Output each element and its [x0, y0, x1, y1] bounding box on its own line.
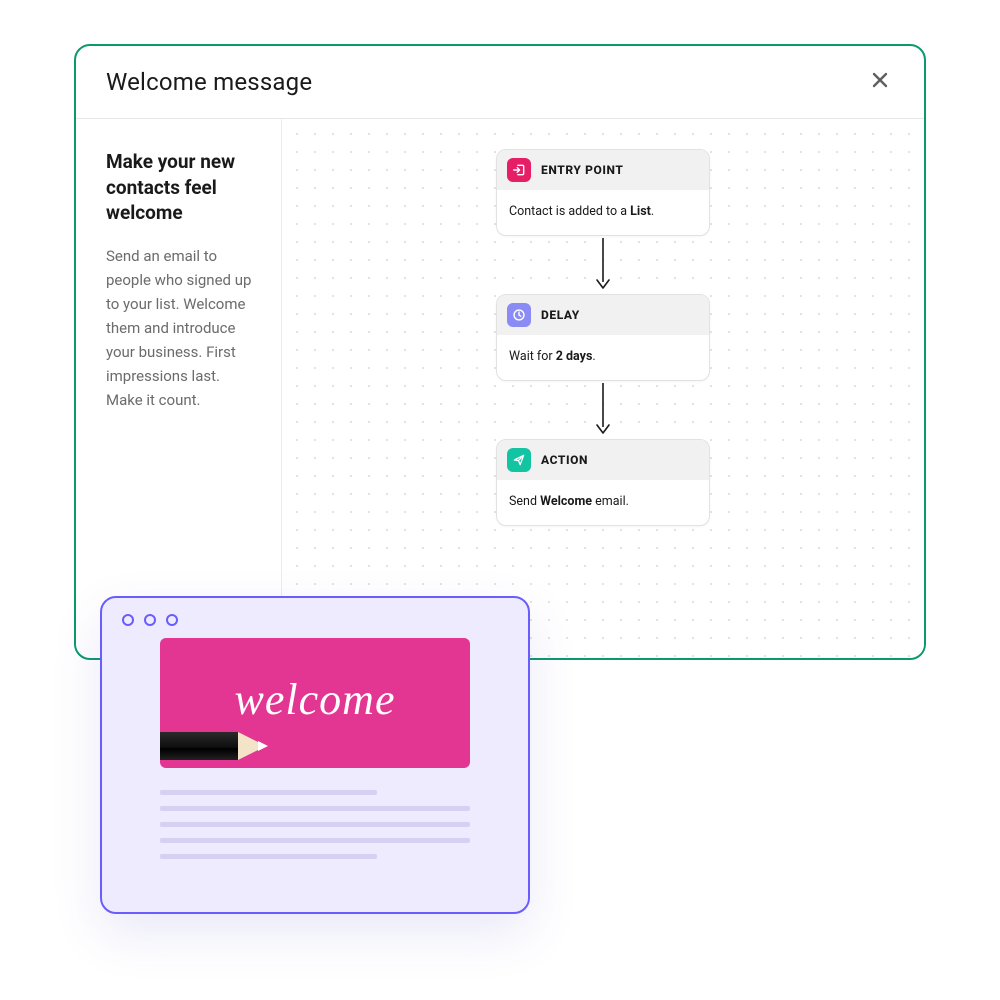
modal-body: Make your new contacts feel welcome Send…: [76, 119, 924, 659]
placeholder-line: [160, 838, 470, 843]
node-description: Send Welcome email.: [497, 480, 709, 525]
node-title: DELAY: [541, 308, 580, 322]
send-icon: [507, 448, 531, 472]
node-entry-point[interactable]: ENTRY POINT Contact is added to a List.: [496, 149, 710, 236]
welcome-image-text: welcome: [160, 674, 470, 725]
node-delay[interactable]: DELAY Wait for 2 days.: [496, 294, 710, 381]
clock-icon: [507, 303, 531, 327]
node-title: ENTRY POINT: [541, 163, 623, 177]
browser-dot-icon: [166, 614, 178, 626]
node-header: ENTRY POINT: [497, 150, 709, 190]
close-button[interactable]: [866, 68, 894, 96]
placeholder-line: [160, 806, 470, 811]
pencil-icon: [160, 732, 284, 760]
sidebar-heading: Make your new contacts feel welcome: [106, 149, 255, 226]
modal-title: Welcome message: [106, 68, 312, 96]
entry-point-icon: [507, 158, 531, 182]
placeholder-line: [160, 854, 377, 859]
placeholder-line: [160, 822, 470, 827]
sidebar-description: Send an email to people who signed up to…: [106, 244, 255, 412]
browser-dot-icon: [122, 614, 134, 626]
automation-canvas[interactable]: ENTRY POINT Contact is added to a List.: [282, 119, 924, 659]
node-title: ACTION: [541, 453, 588, 467]
node-header: ACTION: [497, 440, 709, 480]
preview-body: welcome: [102, 634, 528, 859]
email-preview-card: welcome: [100, 596, 530, 914]
placeholder-line: [160, 790, 377, 795]
automation-flow: ENTRY POINT Contact is added to a List.: [496, 149, 710, 526]
node-description: Wait for 2 days.: [497, 335, 709, 380]
browser-dots: [102, 598, 528, 634]
placeholder-text-lines: [160, 790, 470, 859]
template-sidebar: Make your new contacts feel welcome Send…: [76, 119, 282, 659]
node-header: DELAY: [497, 295, 709, 335]
browser-dot-icon: [144, 614, 156, 626]
close-icon: [871, 71, 889, 93]
welcome-hero-image: welcome: [160, 638, 470, 768]
automation-template-modal: Welcome message Make your new contacts f…: [74, 44, 926, 660]
modal-header: Welcome message: [76, 46, 924, 119]
node-action[interactable]: ACTION Send Welcome email.: [496, 439, 710, 526]
node-description: Contact is added to a List.: [497, 190, 709, 235]
flow-arrow: [595, 381, 611, 439]
flow-arrow: [595, 236, 611, 294]
